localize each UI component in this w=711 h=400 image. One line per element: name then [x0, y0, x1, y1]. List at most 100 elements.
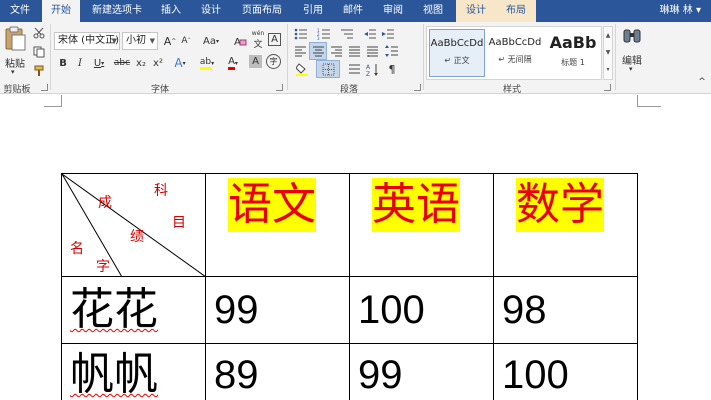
svg-text:Z: Z — [366, 71, 370, 76]
clipboard-group-label: 剪贴板 — [3, 85, 31, 95]
score-cell[interactable]: 99 — [349, 343, 494, 400]
character-shading-button[interactable]: A — [249, 55, 262, 68]
student-name-cell[interactable]: 帆帆 — [61, 343, 206, 400]
tab-table-layout[interactable]: 布局 — [496, 0, 536, 22]
cut-button[interactable] — [31, 25, 47, 41]
group-separator — [50, 24, 51, 90]
tab-page-layout[interactable]: 页面布局 — [234, 0, 290, 22]
increase-indent-button[interactable] — [380, 26, 396, 42]
bullets-button[interactable] — [291, 26, 311, 42]
distributed-button[interactable] — [364, 43, 380, 59]
tab-design[interactable]: 设计 — [192, 0, 230, 22]
corner-char-ming: 名 — [70, 241, 84, 257]
align-center-button[interactable] — [309, 42, 327, 60]
line-spacing-button[interactable] — [382, 43, 402, 59]
character-border-button[interactable]: A — [268, 33, 281, 46]
italic-button[interactable]: I — [72, 55, 88, 71]
change-case-icon: Aa — [203, 35, 216, 47]
tab-references[interactable]: 引用 — [294, 0, 332, 22]
multilevel-list-button[interactable] — [337, 26, 357, 42]
format-painter-button[interactable] — [31, 63, 47, 79]
strikethrough-button[interactable]: abc — [112, 55, 132, 71]
score-value: 98 — [502, 288, 547, 332]
score-cell[interactable]: 100 — [493, 343, 638, 400]
score-cell[interactable]: 98 — [493, 276, 638, 344]
underline-button[interactable]: U ▾ — [89, 55, 109, 71]
chinese-layout-button[interactable] — [346, 61, 362, 77]
header-cell-chinese[interactable]: 语文 — [205, 173, 350, 277]
group-separator — [287, 24, 288, 90]
ribbon-tab-bar: 文件 开始 新建选项卡 插入 设计 页面布局 引用 邮件 审阅 视图 设计 布局… — [0, 0, 711, 22]
copy-button[interactable] — [31, 44, 47, 60]
document-page[interactable]: 科 目 成 绩 名 字 语文 英语 数学 花花 99 100 98 帆帆 89 … — [0, 95, 711, 400]
header-cell-math[interactable]: 数学 — [493, 173, 638, 277]
style-normal[interactable]: AaBbCcDd ↵ 正文 — [429, 29, 485, 77]
decrease-indent-button[interactable] — [362, 26, 378, 42]
tab-insert[interactable]: 插入 — [152, 0, 190, 22]
chevron-down-icon: ▾ — [215, 37, 219, 45]
font-launcher-icon[interactable] — [276, 84, 283, 91]
phonetic-guide-button[interactable]: wén 文 — [250, 30, 266, 50]
clear-formatting-button[interactable]: A — [232, 33, 248, 49]
subject-math: 数学 — [516, 178, 604, 232]
show-formatting-marks-button[interactable]: ¶ — [384, 61, 400, 77]
font-size-value: 小初 — [126, 35, 146, 46]
clipboard-launcher-icon[interactable] — [41, 84, 48, 91]
grades-table[interactable]: 科 目 成 绩 名 字 语文 英语 数学 花花 99 100 98 帆帆 89 … — [61, 173, 638, 400]
align-left-button[interactable] — [292, 43, 308, 59]
editing-button[interactable]: 编辑 ▾ — [619, 26, 645, 76]
user-account[interactable]: 琳琳 林 ▾ — [660, 0, 701, 22]
eraser-icon: A — [234, 37, 246, 47]
underline-icon: U — [93, 57, 102, 69]
tab-table-design[interactable]: 设计 — [456, 0, 496, 22]
style-heading-1[interactable]: AaBb 标题 1 — [545, 29, 601, 77]
justify-button[interactable] — [346, 43, 362, 59]
corner-char-ke: 科 — [154, 183, 168, 199]
font-color-button[interactable]: A ▾ — [222, 55, 244, 71]
sort-button[interactable]: AZ — [364, 61, 380, 77]
chevron-down-icon: ▾ — [234, 59, 238, 67]
tab-file[interactable]: 文件 — [0, 0, 40, 22]
score-value: 100 — [358, 288, 425, 332]
tab-review[interactable]: 审阅 — [374, 0, 412, 22]
style-no-spacing[interactable]: AaBbCcDd ↵ 无间隔 — [487, 29, 543, 77]
student-name-cell[interactable]: 花花 — [61, 276, 206, 344]
styles-launcher-icon[interactable] — [604, 84, 611, 91]
decrease-indent-icon — [363, 29, 376, 39]
text-effects-button[interactable]: A ▾ — [170, 55, 190, 71]
diagonal-header-cell[interactable]: 科 目 成 绩 名 字 — [61, 173, 206, 277]
tab-home[interactable]: 开始 — [42, 0, 80, 22]
style-heading-1-name: 标题 1 — [561, 58, 585, 67]
bold-button[interactable]: B — [55, 55, 71, 71]
score-cell[interactable]: 89 — [205, 343, 350, 400]
align-right-button[interactable] — [328, 43, 344, 59]
font-size-combo[interactable]: 小初 ▼ — [122, 32, 158, 50]
paste-button[interactable]: 粘贴 ▾ — [2, 26, 28, 76]
bold-icon: B — [59, 57, 67, 69]
numbering-button[interactable]: 123 — [314, 26, 334, 42]
shrink-font-button[interactable]: Aˇ — [178, 33, 194, 49]
tab-mailings[interactable]: 邮件 — [334, 0, 372, 22]
chevron-down-icon: ▾ — [211, 59, 215, 67]
change-case-button[interactable]: Aa ▾ — [200, 33, 222, 49]
align-center-icon — [312, 46, 324, 57]
grow-font-button[interactable]: A ^ — [162, 33, 178, 49]
borders-button[interactable] — [316, 60, 340, 78]
paragraph-launcher-icon[interactable] — [414, 84, 421, 91]
score-cell[interactable]: 99 — [205, 276, 350, 344]
down-caret-icon: ˇ — [187, 37, 191, 45]
score-cell[interactable]: 100 — [349, 276, 494, 344]
styles-scroll[interactable]: ▲ ▼ ▾ — [603, 26, 613, 80]
superscript-button[interactable]: x² — [150, 55, 166, 71]
tab-new-tab[interactable]: 新建选项卡 — [84, 0, 150, 22]
collapse-ribbon-button[interactable]: ^ — [694, 74, 710, 90]
shading-button[interactable] — [292, 61, 314, 77]
font-name-combo[interactable]: 宋体 (中文正) ▼ — [54, 32, 120, 50]
tab-view[interactable]: 视图 — [414, 0, 452, 22]
enclose-characters-button[interactable]: 字 — [266, 54, 281, 69]
subscript-button[interactable]: x₂ — [133, 55, 149, 71]
format-painter-icon — [34, 65, 44, 76]
highlight-color-button[interactable]: ab ▾ — [196, 55, 218, 71]
header-cell-english[interactable]: 英语 — [349, 173, 494, 277]
table-header-row: 科 目 成 绩 名 字 语文 英语 数学 — [61, 173, 638, 277]
